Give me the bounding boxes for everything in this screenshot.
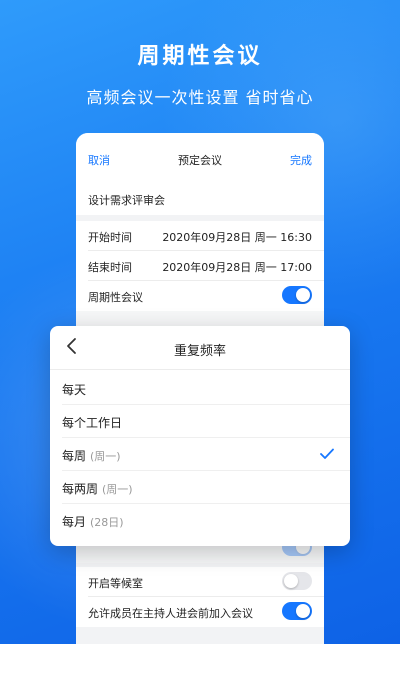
option-label: 每个工作日 (62, 416, 123, 430)
repeat-option-weekdays[interactable]: 每个工作日 (50, 405, 350, 438)
option-label: 每天 (62, 383, 87, 397)
repeat-option-monthly[interactable]: 每月 (28日) (50, 504, 350, 537)
option-detail: (周一) (102, 483, 133, 496)
waiting-room-toggle[interactable] (282, 572, 312, 590)
end-time-row[interactable]: 结束时间 2020年09月28日 周一 17:00 (76, 251, 324, 281)
join-before-host-toggle[interactable] (282, 602, 312, 620)
toggle-knob (284, 574, 298, 588)
meeting-subject-field[interactable]: 设计需求评审会 (76, 181, 324, 215)
waiting-room-row: 开启等候室 (76, 567, 324, 597)
end-time-value: 2020年09月28日 周一 17:00 (162, 261, 312, 274)
meeting-subject-text: 设计需求评审会 (88, 194, 165, 207)
join-before-host-row: 允许成员在主持人进会前加入会议 (76, 597, 324, 627)
bottom-white-area (0, 644, 400, 700)
join-before-host-label: 允许成员在主持人进会前加入会议 (88, 607, 253, 620)
start-time-label: 开始时间 (88, 231, 132, 244)
navigation-bar: 取消 预定会议 完成 (76, 133, 324, 183)
repeat-option-daily[interactable]: 每天 (50, 372, 350, 405)
start-time-value: 2020年09月28日 周一 16:30 (162, 231, 312, 244)
promo-subline: 高频会议一次性设置 省时省心 (86, 88, 314, 107)
bottom-spacer (76, 627, 324, 644)
promo-background: 周期性会议 高频会议一次性设置 省时省心 取消 预定会议 完成 设计需求评审会 … (0, 0, 400, 644)
recurring-meeting-row: 周期性会议 (76, 281, 324, 311)
checkmark-icon (320, 448, 334, 459)
sheet-title: 重复频率 (173, 344, 226, 359)
repeat-option-biweekly[interactable]: 每两周 (周一) (50, 471, 350, 504)
repeat-option-weekly[interactable]: 每周 (周一) (50, 438, 350, 471)
repeat-frequency-sheet: 重复频率 每天 每个工作日 每周 (周一) 每两周 (周一) 每月 (28日) (50, 326, 350, 546)
option-detail: (28日) (90, 516, 124, 529)
toggle-knob (296, 288, 310, 302)
option-detail: (周一) (90, 450, 121, 463)
page-title: 预定会议 (178, 154, 222, 167)
option-label: 每周 (周一) (62, 449, 121, 463)
done-button[interactable]: 完成 (290, 152, 312, 168)
promo-headline: 周期性会议 (137, 44, 263, 69)
sheet-header: 重复频率 (50, 326, 350, 370)
option-label: 每两周 (周一) (62, 482, 133, 496)
toggle-knob (296, 604, 310, 618)
end-time-label: 结束时间 (88, 261, 132, 274)
recurring-meeting-toggle[interactable] (282, 286, 312, 304)
waiting-room-label: 开启等候室 (88, 577, 143, 590)
start-time-row[interactable]: 开始时间 2020年09月28日 周一 16:30 (76, 221, 324, 251)
recurring-meeting-label: 周期性会议 (88, 291, 143, 304)
option-label: 每月 (28日) (62, 515, 124, 529)
